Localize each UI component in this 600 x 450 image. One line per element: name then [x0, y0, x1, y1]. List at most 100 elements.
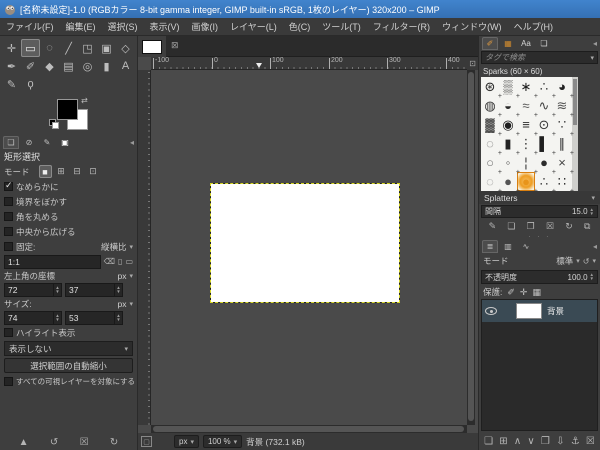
brush-thumbnail[interactable]: ⊛ — [481, 77, 502, 101]
checkbox[interactable] — [4, 197, 13, 206]
tool-text-button[interactable]: A — [116, 57, 135, 75]
aspect-ratio-input[interactable]: 1:1 — [4, 254, 101, 269]
select-mode-button[interactable]: ■ — [38, 165, 52, 178]
brush-action-icon[interactable]: ✎ — [489, 221, 497, 232]
fixed-dropdown[interactable]: 縦横比 ▾ — [101, 241, 133, 253]
layer-visibility-eye-icon[interactable] — [485, 307, 497, 315]
dock-menu-icon[interactable]: ◂ — [593, 39, 597, 48]
layer-mode-dropdown[interactable]: 標準 — [556, 255, 573, 267]
tool-measure-button[interactable]: ╱ — [59, 39, 78, 57]
tool-options-footer-icon[interactable]: ☒ — [80, 437, 89, 448]
menu-item[interactable]: 選択(S) — [102, 18, 144, 35]
dock-tab-icon[interactable]: ▣ — [57, 136, 73, 149]
menu-item[interactable]: 表示(V) — [144, 18, 186, 35]
dock-tab-icon[interactable]: ⊘ — [21, 136, 37, 149]
lock-alpha-icon[interactable]: ▦ — [532, 287, 541, 298]
image-canvas[interactable] — [210, 183, 400, 303]
menu-item[interactable]: 編集(E) — [60, 18, 102, 35]
layer-footer-icon[interactable]: ⊞ — [499, 436, 507, 447]
horizontal-ruler[interactable]: -100 0 100 200 300 400 — [151, 57, 467, 70]
layer-opacity-slider[interactable]: 不透明度 100.0 ▲ ▼ — [481, 270, 598, 284]
layers-dock-tab-icon[interactable]: ∿ — [518, 240, 534, 253]
portrait-icon[interactable]: ▯ — [118, 257, 122, 266]
vertical-scrollbar-thumb[interactable] — [468, 72, 474, 421]
menu-item[interactable]: ツール(T) — [316, 18, 367, 35]
layer-footer-icon[interactable]: ⇩ — [556, 436, 564, 447]
checkbox[interactable] — [4, 212, 13, 221]
lock-pixels-icon[interactable]: ✐ — [507, 287, 515, 298]
brushes-dock-tab-icon[interactable]: ▦ — [500, 37, 516, 50]
size-height-spinner[interactable]: 53 ▲ ▼ — [65, 310, 123, 325]
checkbox[interactable] — [4, 227, 13, 236]
horizontal-scrollbar[interactable] — [151, 425, 467, 433]
mode-reset-icon[interactable]: ↺ — [583, 257, 590, 266]
select-mode-button[interactable]: ⊡ — [87, 165, 100, 178]
brush-action-icon[interactable]: ☒ — [546, 221, 554, 232]
auto-shrink-button[interactable]: 選択範囲の自動縮小 — [4, 358, 133, 373]
layer-footer-icon[interactable]: ∧ — [514, 436, 521, 447]
clear-icon[interactable]: ⌫ — [104, 257, 115, 266]
brush-action-icon[interactable]: ❐ — [527, 221, 535, 232]
select-mode-button[interactable]: ⊞ — [55, 165, 68, 178]
tool-handle-transform-button[interactable]: ◇ — [116, 39, 135, 57]
menu-item[interactable]: ウィンドウ(W) — [436, 18, 508, 35]
tool-smudge-button[interactable]: ◎ — [78, 57, 97, 75]
tool-options-footer-icon[interactable]: ▲ — [19, 437, 29, 448]
dock-tab-icon[interactable]: ❏ — [3, 135, 19, 149]
brush-thumbnail[interactable]: ◌ — [481, 172, 502, 191]
menu-item[interactable]: レイヤー(L) — [224, 18, 283, 35]
tool-paintbrush-button[interactable]: ✐ — [21, 57, 40, 75]
dock-tab-icon[interactable]: ✎ — [39, 136, 55, 149]
guides-dropdown[interactable]: 表示しない ▾ — [4, 341, 133, 356]
dock-menu-icon[interactable]: ◂ — [593, 242, 597, 251]
size-width-spinner[interactable]: 74 ▲ ▼ — [4, 310, 62, 325]
tool-paths-button[interactable]: ✎ — [2, 75, 21, 93]
brush-action-icon[interactable]: ❏ — [507, 221, 515, 232]
brush-thumbnail[interactable]: ◌ — [481, 134, 502, 157]
layer-footer-icon[interactable]: ∨ — [527, 436, 534, 447]
checkbox[interactable] — [4, 180, 13, 191]
layer-thumbnail[interactable] — [516, 303, 542, 319]
layer-row[interactable]: 背景 — [482, 300, 597, 322]
tool-unified-transform-button[interactable]: ▣ — [97, 39, 116, 57]
tool-crop-button[interactable]: ◳ — [78, 39, 97, 57]
layer-footer-icon[interactable]: ❐ — [541, 436, 550, 447]
dock-menu-icon[interactable]: ◂ — [130, 138, 134, 147]
layer-footer-icon[interactable]: ⚓ — [571, 436, 580, 447]
quick-mask-toggle[interactable]: ▢ — [141, 436, 152, 447]
horizontal-scrollbar-thumb[interactable] — [153, 426, 464, 432]
menu-item[interactable]: ファイル(F) — [0, 18, 60, 35]
brushes-dock-tab-icon[interactable]: ✐ — [482, 36, 498, 50]
zoom-fit-toggle-button[interactable]: ⊡ — [467, 57, 478, 70]
unit-dropdown[interactable]: px ▾ — [174, 435, 199, 448]
brushes-dock-tab-icon[interactable]: ❏ — [536, 37, 552, 50]
select-mode-button[interactable]: ⊟ — [71, 165, 84, 178]
tool-eraser-button[interactable]: ◆ — [40, 57, 59, 75]
vertical-ruler[interactable] — [138, 70, 151, 425]
brush-action-icon[interactable]: ⧉ — [584, 221, 590, 232]
tool-options-footer-icon[interactable]: ↺ — [50, 437, 58, 448]
layer-footer-icon[interactable]: ❏ — [484, 436, 493, 447]
brush-tag-search-input[interactable]: タグで検索 ▾ — [481, 51, 598, 64]
tool-zoom-button[interactable]: ϙ — [21, 75, 40, 93]
tool-airbrush-button[interactable]: ▮ — [97, 57, 116, 75]
brush-thumbnail[interactable]: ▓ — [481, 115, 502, 138]
brush-thumbnail[interactable]: ◍ — [481, 96, 502, 120]
menu-item[interactable]: フィルター(R) — [367, 18, 436, 35]
layers-dock-tab-icon[interactable]: ▥ — [500, 240, 516, 253]
image-tab[interactable] — [138, 36, 166, 57]
zoom-dropdown[interactable]: 100 % ▾ — [202, 435, 243, 448]
tool-clone-button[interactable]: ▤ — [59, 57, 78, 75]
tool-options-footer-icon[interactable]: ↻ — [110, 437, 118, 448]
tool-ink-button[interactable]: ✒ — [2, 57, 21, 75]
foreground-color-swatch[interactable] — [57, 99, 78, 120]
brushes-dock-tab-icon[interactable]: Aa — [518, 37, 534, 50]
tab-extra-icon[interactable]: ⊠ — [171, 40, 179, 51]
menu-item[interactable]: 画像(I) — [186, 18, 225, 35]
position-y-spinner[interactable]: 37 ▲ ▼ — [65, 282, 123, 297]
lock-position-icon[interactable]: ✛ — [520, 287, 528, 298]
landscape-icon[interactable]: ▭ — [125, 257, 133, 266]
layer-footer-icon[interactable]: ☒ — [586, 436, 595, 447]
tool-rectangle-select-button[interactable]: ▭ — [21, 39, 40, 57]
position-x-spinner[interactable]: 72 ▲ ▼ — [4, 282, 62, 297]
